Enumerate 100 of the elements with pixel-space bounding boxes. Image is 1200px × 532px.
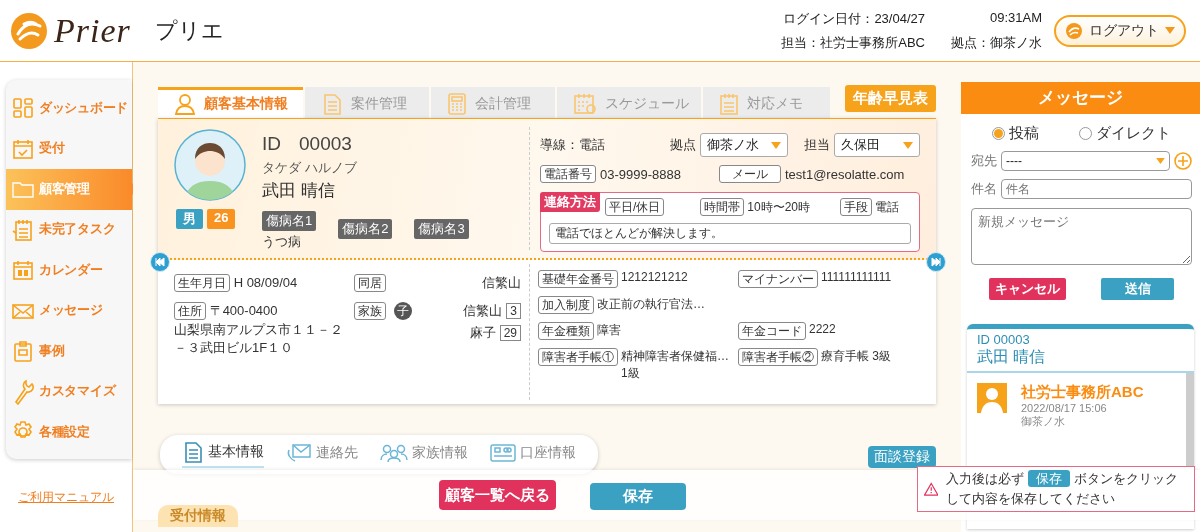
staff-label: 担当：社労士事務所ABC	[781, 33, 925, 52]
document-icon	[182, 441, 204, 463]
disease-label: 傷病名1	[262, 211, 317, 231]
to-label: 宛先	[971, 152, 997, 170]
thread-id: ID 00003	[977, 332, 1031, 347]
sub-tab[interactable]: 家族情報	[380, 441, 468, 468]
id-label: ID	[262, 133, 281, 155]
caret-icon	[771, 141, 781, 149]
post-base: 御茶ノ水	[1021, 414, 1066, 429]
sidebar-item[interactable]: カレンダー	[6, 250, 132, 291]
field-label: 時間帯	[700, 198, 745, 216]
field-label: 家族	[354, 302, 386, 320]
field-value: 療育手帳 3級	[821, 348, 891, 365]
field-value: 改正前の執行官法…	[597, 296, 705, 313]
family-name: 信繁山	[463, 303, 503, 318]
tab[interactable]: 会計管理	[431, 87, 555, 118]
field-label: 障害者手帳①	[538, 348, 618, 366]
notepad-icon	[719, 93, 739, 115]
send-button[interactable]: 送信	[1101, 278, 1175, 300]
time-value: 10時〜20時	[747, 198, 811, 216]
logout-button[interactable]: ログアウト	[1054, 14, 1186, 47]
section-title: 受付情報	[158, 505, 238, 527]
save-reminder: 入力後は必ず 保存 ボタンをクリックして内容を保存してください	[946, 469, 1179, 508]
email-address: test1@resolatte.com	[784, 166, 905, 182]
tab[interactable]: スケジュール	[557, 87, 701, 118]
customer-id: 00003	[299, 133, 352, 155]
field-label: マイナンバー	[738, 270, 818, 288]
card-icon	[490, 443, 516, 463]
cancel-button[interactable]: キャンセル	[988, 278, 1066, 300]
user-icon	[977, 383, 1007, 413]
contact-note: 電話でほとんどが解決します。	[549, 223, 911, 244]
sub-tab[interactable]: 連絡先	[286, 441, 358, 468]
manual-link[interactable]: ご利用マニュアル	[0, 488, 132, 506]
field-label: 障害者手帳②	[738, 348, 818, 366]
sidebar-item[interactable]: ダッシュボード	[6, 88, 132, 129]
sub-tab[interactable]: 基本情報	[182, 441, 264, 468]
tab[interactable]: 顧客基本情報	[158, 87, 303, 118]
people-icon	[380, 443, 408, 463]
sidebar-item[interactable]: 事例	[6, 331, 132, 372]
tab[interactable]: 対応メモ	[703, 87, 830, 118]
caret-icon	[903, 141, 913, 149]
calendar-check-icon	[12, 137, 34, 160]
app-name: プリエ	[154, 16, 224, 45]
radio-option[interactable]: ダイレクト	[1079, 124, 1171, 143]
sidebar-item[interactable]: カスタマイズ	[6, 371, 132, 412]
route-text: 導線：電話	[540, 136, 605, 154]
phone-number: 03-9999-8888	[600, 166, 681, 182]
field-label: 生年月日	[174, 274, 230, 292]
customer-name: 武田 晴信	[262, 180, 335, 202]
message-title: メッセージ	[961, 82, 1200, 114]
field-label: 年金コード	[738, 322, 806, 340]
recipient-select[interactable]: ----	[1001, 151, 1170, 171]
field-value: 障害	[597, 322, 621, 339]
base-select[interactable]: 御茶ノ水	[700, 133, 788, 157]
interview-button[interactable]: 面談登録	[868, 446, 936, 468]
calendar-icon	[573, 93, 597, 115]
add-icon[interactable]	[1174, 152, 1192, 170]
base-label: 拠点：御茶ノ水	[951, 33, 1042, 52]
age-table-button[interactable]: 年齢早見表	[845, 85, 936, 112]
avatar-icon	[174, 129, 246, 201]
thread-name: 武田 晴信	[977, 347, 1047, 367]
sidebar-item[interactable]: 受付	[6, 128, 132, 169]
tab[interactable]: 案件管理	[305, 87, 429, 118]
field-label: 同居	[354, 274, 386, 292]
list-icon	[12, 218, 34, 241]
field-label: 加入制度	[538, 296, 594, 314]
subject-label: 件名	[971, 180, 997, 198]
postal-code: 〒400-0400	[209, 303, 278, 318]
next-button[interactable]	[926, 252, 946, 272]
sub-tab[interactable]: 口座情報	[490, 441, 576, 468]
disease-value: うつ病	[262, 233, 301, 251]
save-button[interactable]: 保存	[590, 483, 686, 510]
contact-method-title: 連絡方法	[540, 192, 600, 212]
sidebar-item[interactable]: 未完了タスク	[6, 209, 132, 250]
age-badge: 26	[207, 209, 236, 229]
calculator-icon	[447, 93, 467, 115]
family-badge: 子	[394, 302, 412, 320]
caret-icon	[1156, 158, 1165, 164]
field-label: 手段	[840, 198, 873, 216]
staff-label: 担当	[804, 136, 830, 154]
message-field[interactable]: 新規メッセージ	[971, 208, 1192, 265]
sidebar-item[interactable]: メッセージ	[6, 290, 132, 331]
staff-select[interactable]: 久保田	[834, 133, 920, 157]
subject-field[interactable]: 件名	[1001, 179, 1192, 199]
field-label: 電話番号	[540, 165, 596, 183]
logo-text: Prier	[54, 11, 131, 50]
radio-option[interactable]: 投稿	[992, 124, 1039, 143]
clipboard-icon	[12, 340, 34, 363]
back-button[interactable]: 顧客一覧へ戻る	[439, 480, 556, 510]
previous-button[interactable]	[150, 252, 170, 272]
sidebar-item[interactable]: 各種設定	[6, 412, 132, 453]
login-date: ログイン日付：23/04/27	[782, 9, 925, 28]
family-age: 29	[499, 325, 521, 341]
post-date: 2022/08/17 15:06	[1021, 402, 1108, 414]
calendar-icon	[12, 259, 34, 282]
login-time: 09:31AM	[988, 9, 1042, 27]
means-value: 電話	[875, 198, 900, 216]
address-text: 山梨県南アルプス市１１－２－３武田ビル1F１０	[174, 321, 344, 357]
field-value: 111111111111	[821, 270, 892, 284]
cohabitant-name: 信繁山	[482, 274, 521, 292]
